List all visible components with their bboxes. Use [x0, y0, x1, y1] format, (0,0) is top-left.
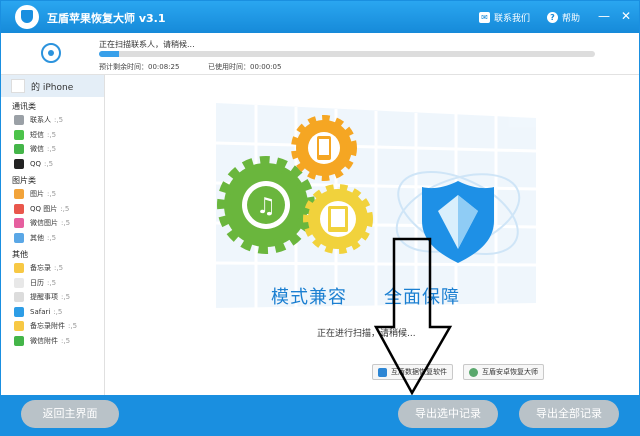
- qq-icon: [14, 158, 24, 169]
- main-content: ♫ 模式兼容 全面保障 正在进行扫描，请稍候... 互盾数据恢复软件 互盾安卓恢…: [106, 75, 639, 395]
- slogan-left: 模式兼容: [271, 287, 347, 308]
- sidebar-item-count: :,5: [44, 159, 54, 168]
- sidebar-item-count: :,5: [61, 293, 71, 302]
- sidebar-item-label: 备忘录附件: [30, 322, 65, 331]
- other-photos-icon: [14, 232, 24, 243]
- sidebar-item-label: 联系人: [30, 116, 51, 125]
- category-sidebar: 的 iPhone 通讯类 联系人:,5 短信:,5 微信:,5 QQ:,5 图片类 图片:,…: [1, 75, 105, 395]
- down-arrow-annotation-icon: [374, 237, 453, 396]
- android-recovery-promo-button[interactable]: 互盾安卓恢复大师: [463, 364, 544, 380]
- wechat-attachment-icon: [14, 335, 24, 346]
- notes-attachment-icon: [14, 321, 24, 332]
- sidebar-item[interactable]: 微信图片:,5: [1, 216, 104, 231]
- sidebar-item[interactable]: 微信:,5: [1, 142, 104, 157]
- sidebar-item[interactable]: 日历:,5: [1, 276, 104, 291]
- contact-icon: ✉: [479, 12, 490, 23]
- back-to-home-button[interactable]: 返回主界面: [21, 400, 119, 428]
- sidebar-item[interactable]: 微信附件:,5: [1, 334, 104, 349]
- qq-photos-icon: [14, 203, 24, 214]
- sidebar-item-count: :,5: [47, 278, 57, 287]
- sidebar-item-count: :,5: [60, 204, 70, 213]
- contact-us-label: 联系我们: [494, 14, 531, 24]
- contact-us-link[interactable]: ✉ 联系我们: [479, 11, 530, 24]
- sidebar-item-label: 备忘录: [30, 264, 51, 273]
- sidebar-item[interactable]: 联系人:,5: [1, 113, 104, 128]
- export-selected-button[interactable]: 导出选中记录: [398, 400, 498, 428]
- contacts-icon: [14, 115, 24, 126]
- category-groups: 通讯类 联系人:,5 短信:,5 微信:,5 QQ:,5 图片类 图片:,5 QQ 图片:,5…: [1, 97, 104, 348]
- sidebar-item-label: 短信: [30, 130, 44, 139]
- svg-text:♫: ♫: [256, 194, 276, 219]
- category-heading: 图片类: [12, 176, 36, 185]
- promo-label-2: 互盾安卓恢复大师: [482, 368, 538, 376]
- music-disc-icon: [41, 43, 61, 63]
- sidebar-item-count: :,5: [47, 145, 57, 154]
- android-icon: [469, 367, 478, 377]
- wechat-icon: [14, 144, 24, 155]
- scan-progress-bar: [99, 51, 595, 57]
- sidebar-item-count: :,5: [54, 116, 64, 125]
- notes-icon: [14, 263, 24, 274]
- sidebar-item-label: 微信: [30, 145, 44, 154]
- scan-progress-panel: 正在扫描联系人，请稍候... 预计剩余时间：00:08:25 已使用时间：00:…: [1, 33, 639, 75]
- sidebar-item[interactable]: QQ 图片:,5: [1, 202, 104, 217]
- phone-gear-icon: [291, 115, 357, 181]
- remaining-time: 预计剩余时间：00:08:25: [99, 63, 180, 71]
- help-icon: ?: [547, 12, 558, 23]
- app-title: 互盾苹果恢复大师 v3.1: [47, 12, 166, 25]
- wechat-photos-icon: [14, 218, 24, 229]
- sidebar-item-label: 微信图片: [30, 219, 58, 228]
- export-all-button[interactable]: 导出全部记录: [519, 400, 619, 428]
- sidebar-item-label: QQ 图片: [30, 204, 58, 213]
- title-bar: 互盾苹果恢复大师 v3.1 ✉ 联系我们 ? 帮助 — ✕: [1, 1, 639, 33]
- reminders-icon: [14, 292, 24, 303]
- tablet-gear-icon: [303, 184, 373, 254]
- sidebar-item-count: :,5: [68, 322, 78, 331]
- category-heading: 通讯类: [12, 102, 36, 111]
- sidebar-item[interactable]: 短信:,5: [1, 128, 104, 143]
- sidebar-item-count: :,5: [53, 307, 63, 316]
- help-link[interactable]: ? 帮助: [547, 11, 580, 24]
- photos-icon: [14, 189, 24, 200]
- sidebar-item-label: 提醒事项: [30, 293, 58, 302]
- sidebar-item-label: Safari: [30, 307, 51, 316]
- safari-icon: [14, 306, 24, 317]
- sidebar-item-label: 微信附件: [30, 336, 58, 345]
- scan-status-text: 正在扫描联系人，请稍候...: [99, 40, 195, 49]
- sidebar-item-count: :,5: [47, 190, 57, 199]
- sidebar-item-label: 图片: [30, 190, 44, 199]
- device-name: 的 iPhone: [31, 82, 74, 93]
- device-icon: [11, 79, 25, 93]
- device-header[interactable]: 的 iPhone: [1, 75, 104, 97]
- sidebar-item[interactable]: 其他:,5: [1, 231, 104, 246]
- sidebar-item[interactable]: 提醒事项:,5: [1, 290, 104, 305]
- app-logo-icon: [15, 5, 39, 29]
- sidebar-item[interactable]: QQ:,5: [1, 157, 104, 172]
- minimize-button[interactable]: —: [597, 9, 611, 23]
- sidebar-item-count: :,5: [54, 264, 64, 273]
- sidebar-item-count: :,5: [47, 233, 57, 242]
- category-heading: 其他: [12, 250, 28, 259]
- bottom-action-bar: 返回主界面 导出选中记录 导出全部记录: [1, 395, 639, 435]
- sms-icon: [14, 129, 24, 140]
- app-window: 互盾苹果恢复大师 v3.1 ✉ 联系我们 ? 帮助 — ✕ 正在扫描联系人，请稍…: [0, 0, 640, 436]
- scan-progress-fill: [99, 51, 119, 57]
- calendar-icon: [14, 277, 24, 288]
- sidebar-item-label: 日历: [30, 278, 44, 287]
- help-label: 帮助: [562, 14, 581, 24]
- sidebar-item[interactable]: 备忘录附件:,5: [1, 319, 104, 334]
- sidebar-item-count: :,5: [61, 219, 71, 228]
- sidebar-item[interactable]: 图片:,5: [1, 187, 104, 202]
- sidebar-item-label: 其他: [30, 233, 44, 242]
- sidebar-item[interactable]: Safari:,5: [1, 305, 104, 320]
- sidebar-item[interactable]: 备忘录:,5: [1, 261, 104, 276]
- music-gear-icon: ♫: [217, 156, 315, 254]
- close-button[interactable]: ✕: [619, 9, 633, 23]
- sidebar-item-count: :,5: [61, 336, 71, 345]
- sidebar-item-label: QQ: [30, 159, 42, 168]
- sidebar-item-count: :,5: [47, 130, 57, 139]
- elapsed-time: 已使用时间：00:00:05: [208, 63, 282, 71]
